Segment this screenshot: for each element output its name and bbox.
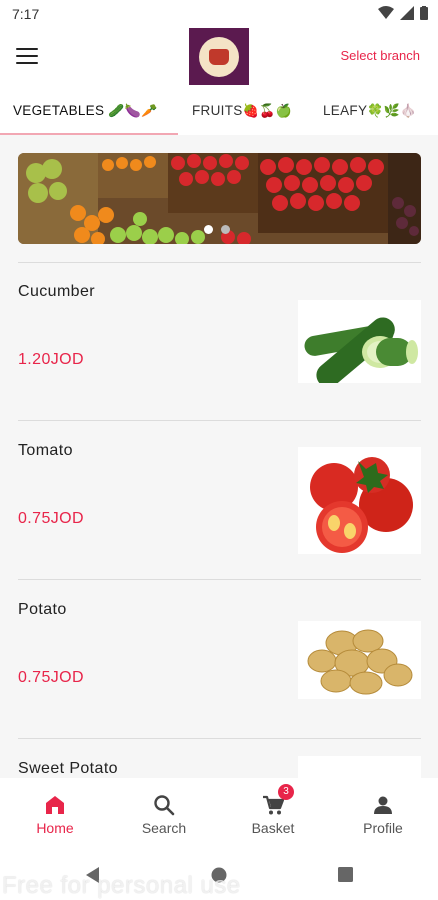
menu-icon[interactable]: [16, 48, 38, 66]
divider: [18, 579, 421, 580]
nav-label: Basket: [251, 820, 295, 836]
logo-emblem: [199, 36, 239, 77]
divider: [18, 738, 421, 739]
tab-indicator: [0, 133, 178, 135]
product-name: Sweet Potato: [18, 760, 118, 777]
tomato-image: [298, 447, 421, 554]
category-tabs: VEGETABLES 🥒🍆🥕 FRUITS🍓🍒🍏 LEAFY🍀🌿🧄: [0, 90, 438, 135]
potato-image: [298, 621, 421, 699]
nav-profile[interactable]: Profile: [328, 778, 438, 850]
tab-label: VEGETABLES: [13, 103, 105, 118]
product-name: Tomato: [18, 442, 73, 459]
profile-icon: [374, 796, 392, 814]
tab-emoji: 🍀🌿🧄: [367, 103, 417, 118]
sweet-potato-image: [298, 756, 421, 778]
product-card-cucumber[interactable]: Cucumber 1.20JOD: [0, 263, 438, 423]
status-bar: 7:17: [0, 0, 438, 28]
carousel-dot[interactable]: [204, 225, 213, 234]
tab-label: LEAFY: [323, 103, 368, 118]
product-name: Cucumber: [18, 283, 96, 300]
battery-icon: [420, 6, 428, 20]
product-card-potato[interactable]: Potato 0.75JOD: [0, 581, 438, 741]
promo-banner[interactable]: [18, 153, 421, 244]
carousel-dots: [204, 225, 230, 234]
nav-home[interactable]: Home: [0, 778, 110, 850]
product-price: 0.75JOD: [18, 669, 84, 686]
recents-icon[interactable]: [338, 867, 353, 882]
nav-search[interactable]: Search: [109, 778, 219, 850]
tab-emoji: 🍓🍒🍏: [242, 103, 293, 118]
tab-vegetables[interactable]: VEGETABLES 🥒🍆🥕: [0, 90, 178, 135]
product-card-sweet-potato[interactable]: Sweet Potato: [0, 740, 438, 778]
status-icons: [378, 6, 428, 20]
bottom-navigation: Home Search 3 Basket Profile: [0, 778, 438, 850]
nav-label: Search: [141, 820, 187, 836]
nav-basket[interactable]: 3 Basket: [218, 778, 328, 850]
basket-count-badge: 3: [278, 784, 294, 800]
tab-label: FRUITS: [192, 103, 243, 118]
home-icon: [46, 796, 64, 814]
tab-emoji: 🥒🍆🥕: [108, 103, 158, 118]
status-time: 7:17: [12, 6, 40, 22]
carousel-dot[interactable]: [221, 225, 230, 234]
nav-label: Home: [36, 820, 74, 836]
tab-leafy[interactable]: LEAFY🍀🌿🧄: [323, 90, 417, 135]
store-logo: [189, 28, 249, 85]
tab-fruits[interactable]: FRUITS🍓🍒🍏: [192, 90, 292, 135]
cucumber-image: [298, 300, 421, 383]
watermark-text: Free for personal use: [2, 872, 241, 899]
app-bar: Select branch: [0, 28, 438, 90]
product-price: 0.75JOD: [18, 510, 84, 527]
nav-label: Profile: [363, 820, 403, 836]
product-card-tomato[interactable]: Tomato 0.75JOD: [0, 422, 438, 582]
logo-bag-icon: [209, 48, 229, 65]
signal-icon: [400, 6, 414, 20]
divider: [18, 420, 421, 421]
product-name: Potato: [18, 601, 67, 618]
select-branch-link[interactable]: Select branch: [341, 48, 421, 63]
wifi-icon: [378, 6, 394, 19]
product-price: 1.20JOD: [18, 351, 84, 368]
search-icon: [154, 795, 175, 816]
